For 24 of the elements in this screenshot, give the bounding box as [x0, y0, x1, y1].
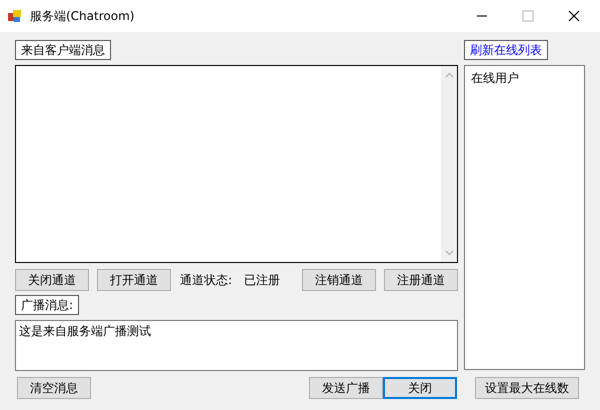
- maximize-icon[interactable]: [522, 10, 534, 22]
- window-title: 服务端(Chatroom): [30, 8, 134, 24]
- channel-button[interactable]: 注册通道: [384, 269, 458, 291]
- channel-button[interactable]: 关闭通道: [15, 269, 89, 291]
- channel-status-label: 通道状态:: [180, 272, 232, 288]
- online-user-list[interactable]: 在线用户: [464, 65, 585, 370]
- channel-button[interactable]: 打开通道: [97, 269, 171, 291]
- channel-button[interactable]: 注销通道: [302, 269, 376, 291]
- scroll-down-icon[interactable]: [444, 250, 454, 256]
- close-button[interactable]: 关闭: [383, 377, 457, 399]
- refresh-online-link[interactable]: 刷新在线列表: [464, 40, 548, 60]
- channel-status-value: 已注册: [244, 272, 280, 288]
- client-messages-area[interactable]: [15, 65, 458, 263]
- scroll-up-icon[interactable]: [444, 72, 454, 78]
- broadcast-field[interactable]: 这是来自服务端广播测试: [15, 320, 458, 371]
- client-messages-label: 来自客户端消息: [15, 40, 111, 60]
- close-icon[interactable]: [568, 10, 580, 22]
- clear-messages-button[interactable]: 清空消息: [17, 377, 91, 399]
- send-broadcast-button[interactable]: 发送广播: [309, 377, 383, 399]
- app-icon: [8, 9, 22, 23]
- max-online-button[interactable]: 设置最大在线数: [475, 377, 579, 399]
- scrollbar[interactable]: [441, 66, 457, 262]
- broadcast-label: 广播消息:: [15, 295, 80, 315]
- list-item[interactable]: 在线用户: [471, 70, 578, 87]
